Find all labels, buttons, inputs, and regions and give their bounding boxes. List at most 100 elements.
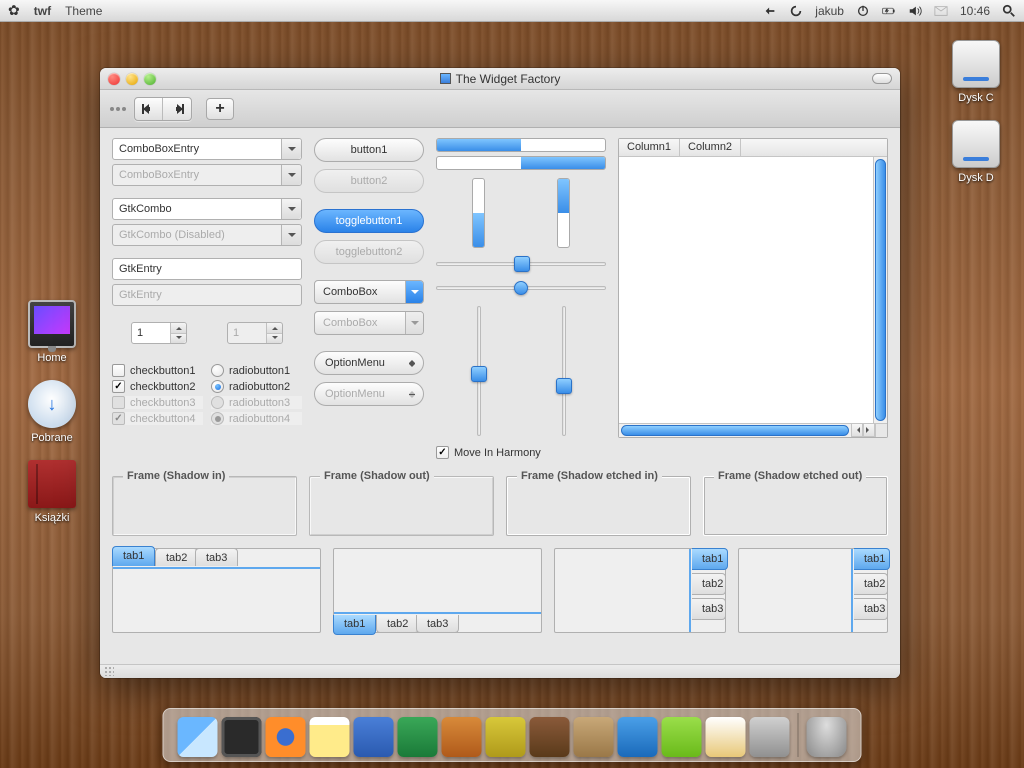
disk-c[interactable]: Dysk C [936,40,1016,104]
vscale-2[interactable] [556,306,572,436]
treeview[interactable]: Column1 Column2 [618,138,888,438]
scroll-right-button[interactable] [863,423,875,437]
gtk-entry[interactable] [112,258,302,280]
dock-firefox[interactable] [266,717,306,757]
tab-bottom-2[interactable]: tab2 [376,615,419,633]
tab-label: tab1 [864,553,885,565]
minimize-button[interactable] [126,73,138,85]
disk-d[interactable]: Dysk D [936,120,1016,184]
gtk-combo-text: GtkCombo [119,203,172,215]
tab-top-1[interactable]: tab1 [112,546,155,566]
tab-bottom-3[interactable]: tab3 [416,615,459,633]
dock-finder[interactable] [178,717,218,757]
theme-menu[interactable]: Theme [65,4,102,18]
radiobutton2[interactable]: radiobutton2 [211,380,302,393]
user-label[interactable]: jakub [815,4,844,18]
frame-label-4: Frame (Shadow etched out) [714,470,866,482]
dock-app-green[interactable] [662,717,702,757]
option-menu[interactable]: OptionMenu [314,351,424,375]
cb4-label: checkbutton4 [130,413,195,425]
frame-etched-out: Frame (Shadow etched out) [703,476,888,536]
vertical-scrollbar[interactable] [873,157,887,423]
hscale-1[interactable] [436,256,606,272]
dock-impress[interactable] [442,717,482,757]
combobox-btn[interactable]: ComboBox [314,280,424,304]
nav-forward-button[interactable] [163,98,191,120]
tab-top-2[interactable]: tab2 [155,548,198,566]
power-icon[interactable] [856,4,870,18]
home-folder[interactable]: Home [12,300,92,364]
nav-back-button[interactable] [135,98,163,120]
spin-input-1[interactable] [132,327,162,339]
dock-calc[interactable] [398,717,438,757]
tabs-left: tab1 tab2 tab3 [554,548,726,633]
spin-button-1[interactable] [131,322,187,344]
gtk-entry-input[interactable] [119,263,295,275]
apple-menu-icon[interactable]: ✿ [8,2,20,19]
rb3-label: radiobutton3 [229,397,290,409]
gtk-combo[interactable]: GtkCombo [112,198,302,220]
sync-icon[interactable] [789,4,803,18]
combobox-entry[interactable]: ComboBoxEntry [112,138,302,160]
updown-icon [409,388,415,401]
tab-bottom-1[interactable]: tab1 [333,615,376,635]
radiobutton1[interactable]: radiobutton1 [211,364,302,377]
updown-icon [409,357,415,370]
toolbar-toggle-button[interactable] [872,73,892,84]
dock-trash[interactable] [807,717,847,757]
tab-label: tab2 [864,578,885,590]
column-1-header[interactable]: Column1 [619,139,680,156]
dropdown-arrow-icon[interactable] [281,139,301,159]
tab-top-3[interactable]: tab3 [195,548,238,566]
hscale-2[interactable] [436,280,606,296]
vscale-1[interactable] [471,306,487,436]
tab-right-1[interactable]: tab1 [854,548,890,570]
column-2-header[interactable]: Column2 [680,139,741,156]
resize-grip[interactable] [875,423,887,437]
tab-left-2[interactable]: tab2 [692,573,726,595]
gtk-combo-disabled: GtkCombo (Disabled) [112,224,302,246]
radio-icon [211,364,224,377]
tab-left-3[interactable]: tab3 [692,598,726,620]
harmony-checkbox[interactable] [436,446,449,459]
dock-gimp[interactable] [574,717,614,757]
tab-right-2[interactable]: tab2 [854,573,888,595]
dock-writer[interactable] [354,717,394,757]
spin-down-icon[interactable] [171,334,186,344]
clock[interactable]: 10:46 [960,4,990,18]
zoom-button[interactable] [144,73,156,85]
dock-terminal[interactable] [222,717,262,757]
horizontal-scrollbar[interactable] [619,423,851,437]
dock-notes[interactable] [310,717,350,757]
dropdown-arrow-icon[interactable] [281,199,301,219]
downloads-folder[interactable]: Pobrane [12,380,92,444]
frame-label-1: Frame (Shadow in) [123,470,229,482]
button1[interactable]: button1 [314,138,424,162]
search-icon[interactable] [1002,4,1016,18]
app-menu[interactable]: twf [34,4,51,18]
scroll-left-button[interactable] [851,423,863,437]
dock-downloads[interactable] [750,717,790,757]
checkbox-checked-icon [112,380,125,393]
spin-up-icon[interactable] [171,323,186,334]
tab-right-3[interactable]: tab3 [854,598,888,620]
checkbutton2[interactable]: checkbutton2 [112,380,203,393]
close-button[interactable] [108,73,120,85]
volume-icon[interactable] [908,4,922,18]
dock-home[interactable] [706,717,746,757]
window-icon [440,73,451,84]
togglebutton1[interactable]: togglebutton1 [314,209,424,233]
add-button[interactable]: + [206,98,234,120]
dock-draw[interactable] [486,717,526,757]
titlebar[interactable]: The Widget Factory [100,68,900,90]
dock-music[interactable] [530,717,570,757]
dock-app-blue[interactable] [618,717,658,757]
books-folder[interactable]: Książki [12,460,92,524]
tab-label: tab3 [427,618,448,630]
mail-icon[interactable] [934,4,948,18]
checkbutton1[interactable]: checkbutton1 [112,364,203,377]
rb4-label: radiobutton4 [229,413,290,425]
plug-icon[interactable] [763,4,777,18]
tab-left-1[interactable]: tab1 [692,548,728,570]
battery-icon[interactable] [882,4,896,18]
